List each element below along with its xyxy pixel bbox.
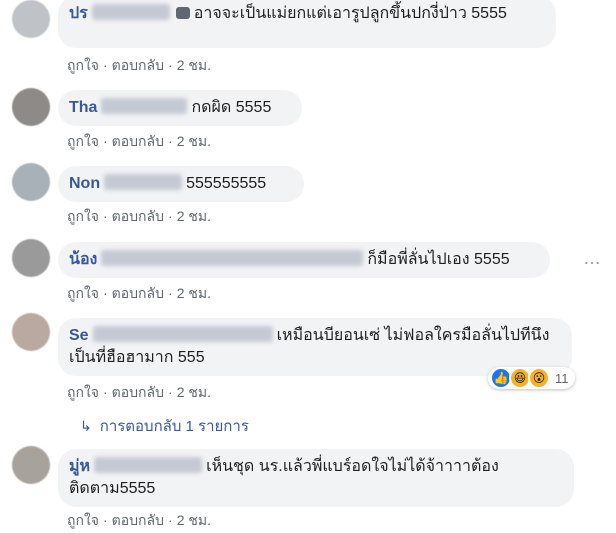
- wow-reaction-icon: 😮: [528, 367, 550, 389]
- reply-link[interactable]: ตอบกลับ: [112, 57, 164, 73]
- like-link[interactable]: ถูกใจ: [67, 285, 99, 301]
- comment-bubble: Tha กดผิด 5555: [58, 90, 302, 126]
- timestamp[interactable]: 2 ชม.: [177, 384, 211, 400]
- comment-bubble: มู่ห เห็นชุด นร.แล้วพี่แบร์อดใจไม่ได้จ้าา…: [58, 449, 574, 507]
- timestamp[interactable]: 2 ชม.: [177, 57, 211, 73]
- blurred-name: [101, 250, 364, 266]
- blurred-name: [101, 98, 188, 114]
- comment-author[interactable]: ปร: [69, 5, 88, 22]
- like-link[interactable]: ถูกใจ: [67, 512, 99, 528]
- comment-text: ก็มือพี่ลั่นไปเอง 5555: [367, 251, 510, 268]
- comment-bubble: Non 555555555: [58, 166, 304, 202]
- comment-author[interactable]: Tha: [69, 99, 97, 116]
- timestamp[interactable]: 2 ชม.: [177, 512, 211, 528]
- reply-link[interactable]: ตอบกลับ: [112, 512, 164, 528]
- comment-actions: ถูกใจ · ตอบกลับ · 2 ชม.: [67, 133, 211, 149]
- like-link[interactable]: ถูกใจ: [67, 208, 99, 224]
- reply-link[interactable]: ตอบกลับ: [112, 133, 164, 149]
- blurred-name: [104, 174, 183, 190]
- comment-actions: ถูกใจ · ตอบกลับ · 2 ชม.: [67, 57, 211, 73]
- comment-text: กดผิด 5555: [191, 99, 272, 116]
- timestamp[interactable]: 2 ชม.: [177, 208, 211, 224]
- timestamp[interactable]: 2 ชม.: [177, 285, 211, 301]
- reply-arrow-icon: ↳: [80, 418, 92, 434]
- comment-author[interactable]: มู่ห: [69, 458, 90, 475]
- blurred-name: [91, 4, 170, 20]
- avatar[interactable]: [12, 313, 50, 351]
- avatar[interactable]: [12, 88, 50, 126]
- comment-author[interactable]: Non: [69, 175, 100, 192]
- comment-actions: ถูกใจ · ตอบกลับ · 2 ชม.: [67, 512, 211, 528]
- comment-bubble: น้อง ก็มือพี่ลั่นไปเอง 5555: [58, 242, 550, 278]
- avatar[interactable]: [12, 163, 50, 201]
- comment-actions: ถูกใจ · ตอบกลับ · 2 ชม.: [67, 208, 211, 224]
- avatar[interactable]: [12, 0, 50, 38]
- comment-actions: ถูกใจ · ตอบกลับ · 2 ชม.: [67, 384, 211, 400]
- comment-actions: ถูกใจ · ตอบกลับ · 2 ชม.: [67, 285, 211, 301]
- message-icon: [175, 7, 190, 19]
- comment-author[interactable]: Se: [69, 327, 89, 344]
- timestamp[interactable]: 2 ชม.: [177, 133, 211, 149]
- blurred-name: [92, 326, 273, 342]
- like-link[interactable]: ถูกใจ: [67, 384, 99, 400]
- comment-bubble: ปร อาจจะเป็นแม่ยกแต่เอารูปลูกขึ้นปกงี่ป่า…: [58, 0, 556, 48]
- reaction-count: 11: [555, 370, 569, 386]
- comment-text: 555555555: [186, 175, 267, 192]
- view-replies-link[interactable]: ↳ การตอบกลับ 1 รายการ: [80, 414, 249, 438]
- reply-link[interactable]: ตอบกลับ: [112, 208, 164, 224]
- like-link[interactable]: ถูกใจ: [67, 133, 99, 149]
- avatar[interactable]: [12, 446, 50, 484]
- comment-text: อาจจะเป็นแม่ยกแต่เอารูปลูกขึ้นปกงี่ป่าว …: [193, 5, 507, 22]
- more-options-icon[interactable]: …: [583, 248, 602, 269]
- reply-link[interactable]: ตอบกลับ: [112, 384, 164, 400]
- reactions-summary[interactable]: 👍 😆 😮 11: [488, 367, 575, 389]
- avatar[interactable]: [12, 239, 50, 277]
- like-link[interactable]: ถูกใจ: [67, 57, 99, 73]
- reply-link[interactable]: ตอบกลับ: [112, 285, 164, 301]
- view-replies-label: การตอบกลับ 1 รายการ: [99, 418, 249, 435]
- blurred-name: [94, 457, 203, 473]
- comment-author[interactable]: น้อง: [69, 251, 97, 268]
